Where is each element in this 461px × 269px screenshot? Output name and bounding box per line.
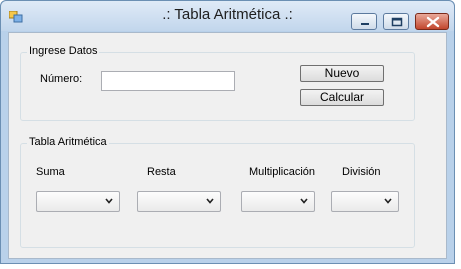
numero-label: Número:	[40, 73, 83, 85]
chevron-down-icon	[105, 198, 113, 204]
tabla-aritmetica-legend: Tabla Aritmética	[27, 136, 109, 148]
chevron-down-icon	[300, 198, 308, 204]
resta-label: Resta	[147, 166, 176, 178]
minimize-button[interactable]	[351, 13, 377, 30]
chevron-down-icon	[206, 198, 214, 204]
minimize-icon	[361, 23, 369, 25]
maximize-button[interactable]	[383, 13, 409, 30]
resta-combo[interactable]	[137, 191, 221, 212]
ingrese-datos-group: Ingrese Datos Número: Nuevo Calcular	[20, 45, 415, 121]
calcular-button[interactable]: Calcular	[300, 89, 384, 106]
suma-combo[interactable]	[36, 191, 120, 212]
division-label: División	[342, 166, 381, 178]
maximize-icon	[391, 17, 403, 27]
ingrese-datos-legend: Ingrese Datos	[27, 45, 100, 57]
multiplicacion-label: Multiplicación	[249, 166, 316, 178]
form-client-area: Ingrese Datos Número: Nuevo Calcular Tab…	[8, 32, 447, 259]
title-bar[interactable]: .: Tabla Aritmética .:	[1, 1, 454, 31]
tabla-aritmetica-group: Tabla Aritmética Suma Resta Multiplicaci…	[20, 136, 415, 248]
numero-input[interactable]	[101, 71, 235, 91]
nuevo-button[interactable]: Nuevo	[300, 65, 384, 82]
chevron-down-icon	[384, 198, 392, 204]
multiplicacion-combo[interactable]	[241, 191, 315, 212]
division-combo[interactable]	[331, 191, 399, 212]
close-icon	[426, 16, 440, 28]
suma-label: Suma	[36, 166, 65, 178]
app-window: .: Tabla Aritmética .: Ingrese Datos Núm…	[0, 0, 455, 264]
close-button[interactable]	[415, 13, 449, 30]
